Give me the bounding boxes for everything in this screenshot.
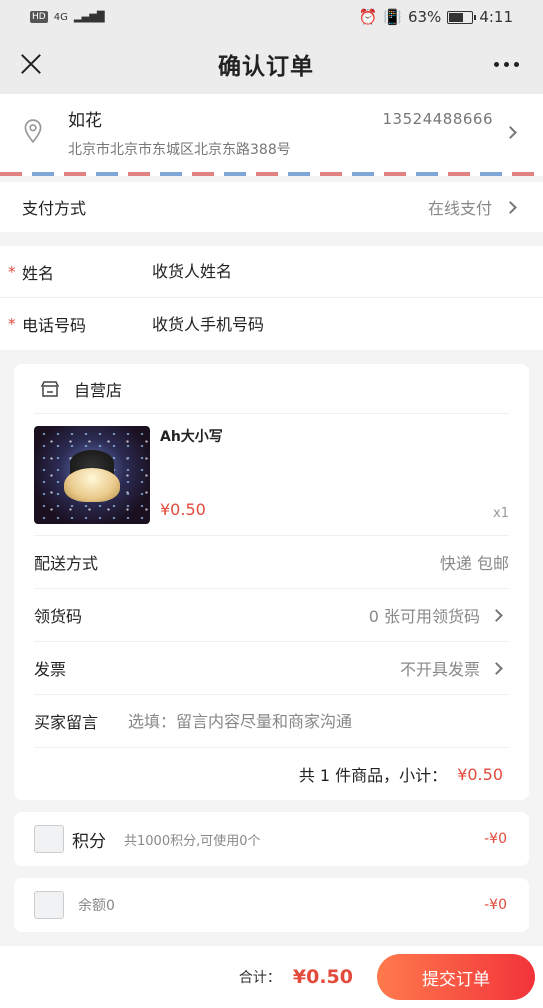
- invoice-value: 不开具发票: [399, 660, 480, 679]
- address-card[interactable]: 如花 北京市北京市东城区北京东路388号 13524488666: [0, 94, 543, 172]
- payment-label: 支付方式: [22, 199, 87, 218]
- name-input[interactable]: [152, 262, 452, 281]
- points-row: 积分 共1000积分,可使用0个 -¥0: [14, 812, 529, 866]
- address-detail: 北京市北京市东城区北京东路388号: [68, 142, 291, 158]
- store-name: 自营店: [74, 380, 123, 400]
- clock: 4:11: [479, 8, 513, 26]
- balance-discount: -¥0: [484, 897, 507, 913]
- payment-method-row[interactable]: 支付方式 在线支付: [0, 182, 543, 232]
- balance-row: 余额0 -¥0: [14, 878, 529, 932]
- status-right: ⏰ 📳 63% 4:11: [359, 8, 513, 26]
- subtotal-row: 共 1 件商品，小计： ¥0.50: [34, 748, 509, 800]
- chevron-right-icon: [490, 608, 503, 622]
- more-icon[interactable]: [488, 52, 525, 77]
- vibrate-icon: 📳: [383, 8, 402, 26]
- store-icon: [40, 380, 60, 397]
- store-card: 自营店 Ah大小写 ¥0.50 x1 配送方式 快递 包邮 领货码 0 张可用领…: [14, 364, 529, 800]
- page-title: 确认订单: [218, 54, 314, 80]
- total-amount: ¥0.50: [292, 966, 353, 988]
- name-label: 姓名: [22, 263, 55, 283]
- signal-icon: ▂▄▆█: [73, 11, 105, 23]
- subtotal-amount: ¥0.50: [457, 764, 503, 784]
- checkout-bar: 合计： ¥0.50 提交订单: [0, 946, 543, 1008]
- alarm-icon: ⏰: [358, 8, 378, 26]
- points-discount: -¥0: [484, 831, 507, 847]
- battery-icon: [447, 10, 477, 24]
- status-left: HD 4G ▂▄▆█: [30, 11, 105, 23]
- points-desc: 共1000积分,可使用0个: [124, 833, 261, 849]
- required-mark: *: [8, 262, 16, 281]
- balance-checkbox[interactable]: [34, 891, 64, 919]
- phone-label: 电话号码: [22, 316, 87, 335]
- coupon-label: 领货码: [34, 607, 83, 626]
- payment-value: 在线支付: [427, 199, 492, 218]
- coupon-row[interactable]: 领货码 0 张可用领货码: [34, 589, 509, 642]
- memo-row: 买家留言: [34, 695, 509, 748]
- location-pin-icon: [24, 119, 42, 144]
- submit-order-button[interactable]: 提交订单: [377, 954, 535, 1000]
- address-divider-stripe: [0, 172, 543, 176]
- invoice-label: 发票: [34, 660, 67, 679]
- coupon-value: 0 张可用领货码: [368, 607, 480, 626]
- phone-input[interactable]: [152, 314, 452, 334]
- phone-row: * 电话号码: [0, 298, 543, 350]
- nav-bar: 确认订单: [0, 34, 543, 94]
- subtotal-text: 共 1 件商品，小计：: [298, 766, 448, 785]
- delivery-row: 配送方式 快递 包邮: [34, 536, 509, 589]
- product-price: ¥0.50: [160, 500, 206, 519]
- network-indicator: 4G: [53, 11, 68, 23]
- contact-form: * 姓名 * 电话号码: [0, 246, 543, 350]
- points-label: 积分: [72, 831, 106, 852]
- store-header: 自营店: [34, 364, 509, 414]
- chevron-right-icon: [504, 200, 517, 214]
- battery-percent: 63%: [407, 8, 442, 26]
- delivery-label: 配送方式: [34, 554, 99, 573]
- memo-input[interactable]: [128, 711, 509, 731]
- chevron-right-icon: [490, 661, 503, 675]
- memo-label: 买家留言: [34, 713, 99, 732]
- points-checkbox[interactable]: [34, 825, 64, 853]
- product-image: [34, 426, 150, 524]
- delivery-value: 快递 包邮: [439, 554, 509, 573]
- product-info: Ah大小写 ¥0.50 x1: [160, 426, 509, 521]
- name-row: * 姓名: [0, 246, 543, 298]
- balance-desc: 余额0: [78, 898, 115, 914]
- invoice-row[interactable]: 发票 不开具发票: [34, 642, 509, 695]
- recipient-phone: 13524488666: [382, 110, 493, 128]
- product-title: Ah大小写: [160, 429, 223, 445]
- required-mark: *: [8, 315, 16, 333]
- product-quantity: x1: [493, 506, 509, 521]
- status-bar: HD 4G ▂▄▆█ ⏰ 📳 63% 4:11: [0, 0, 543, 34]
- product-item[interactable]: Ah大小写 ¥0.50 x1: [34, 414, 509, 536]
- close-icon[interactable]: [18, 51, 44, 77]
- hd-icon: HD: [30, 11, 48, 23]
- total-label: 合计：: [238, 970, 281, 986]
